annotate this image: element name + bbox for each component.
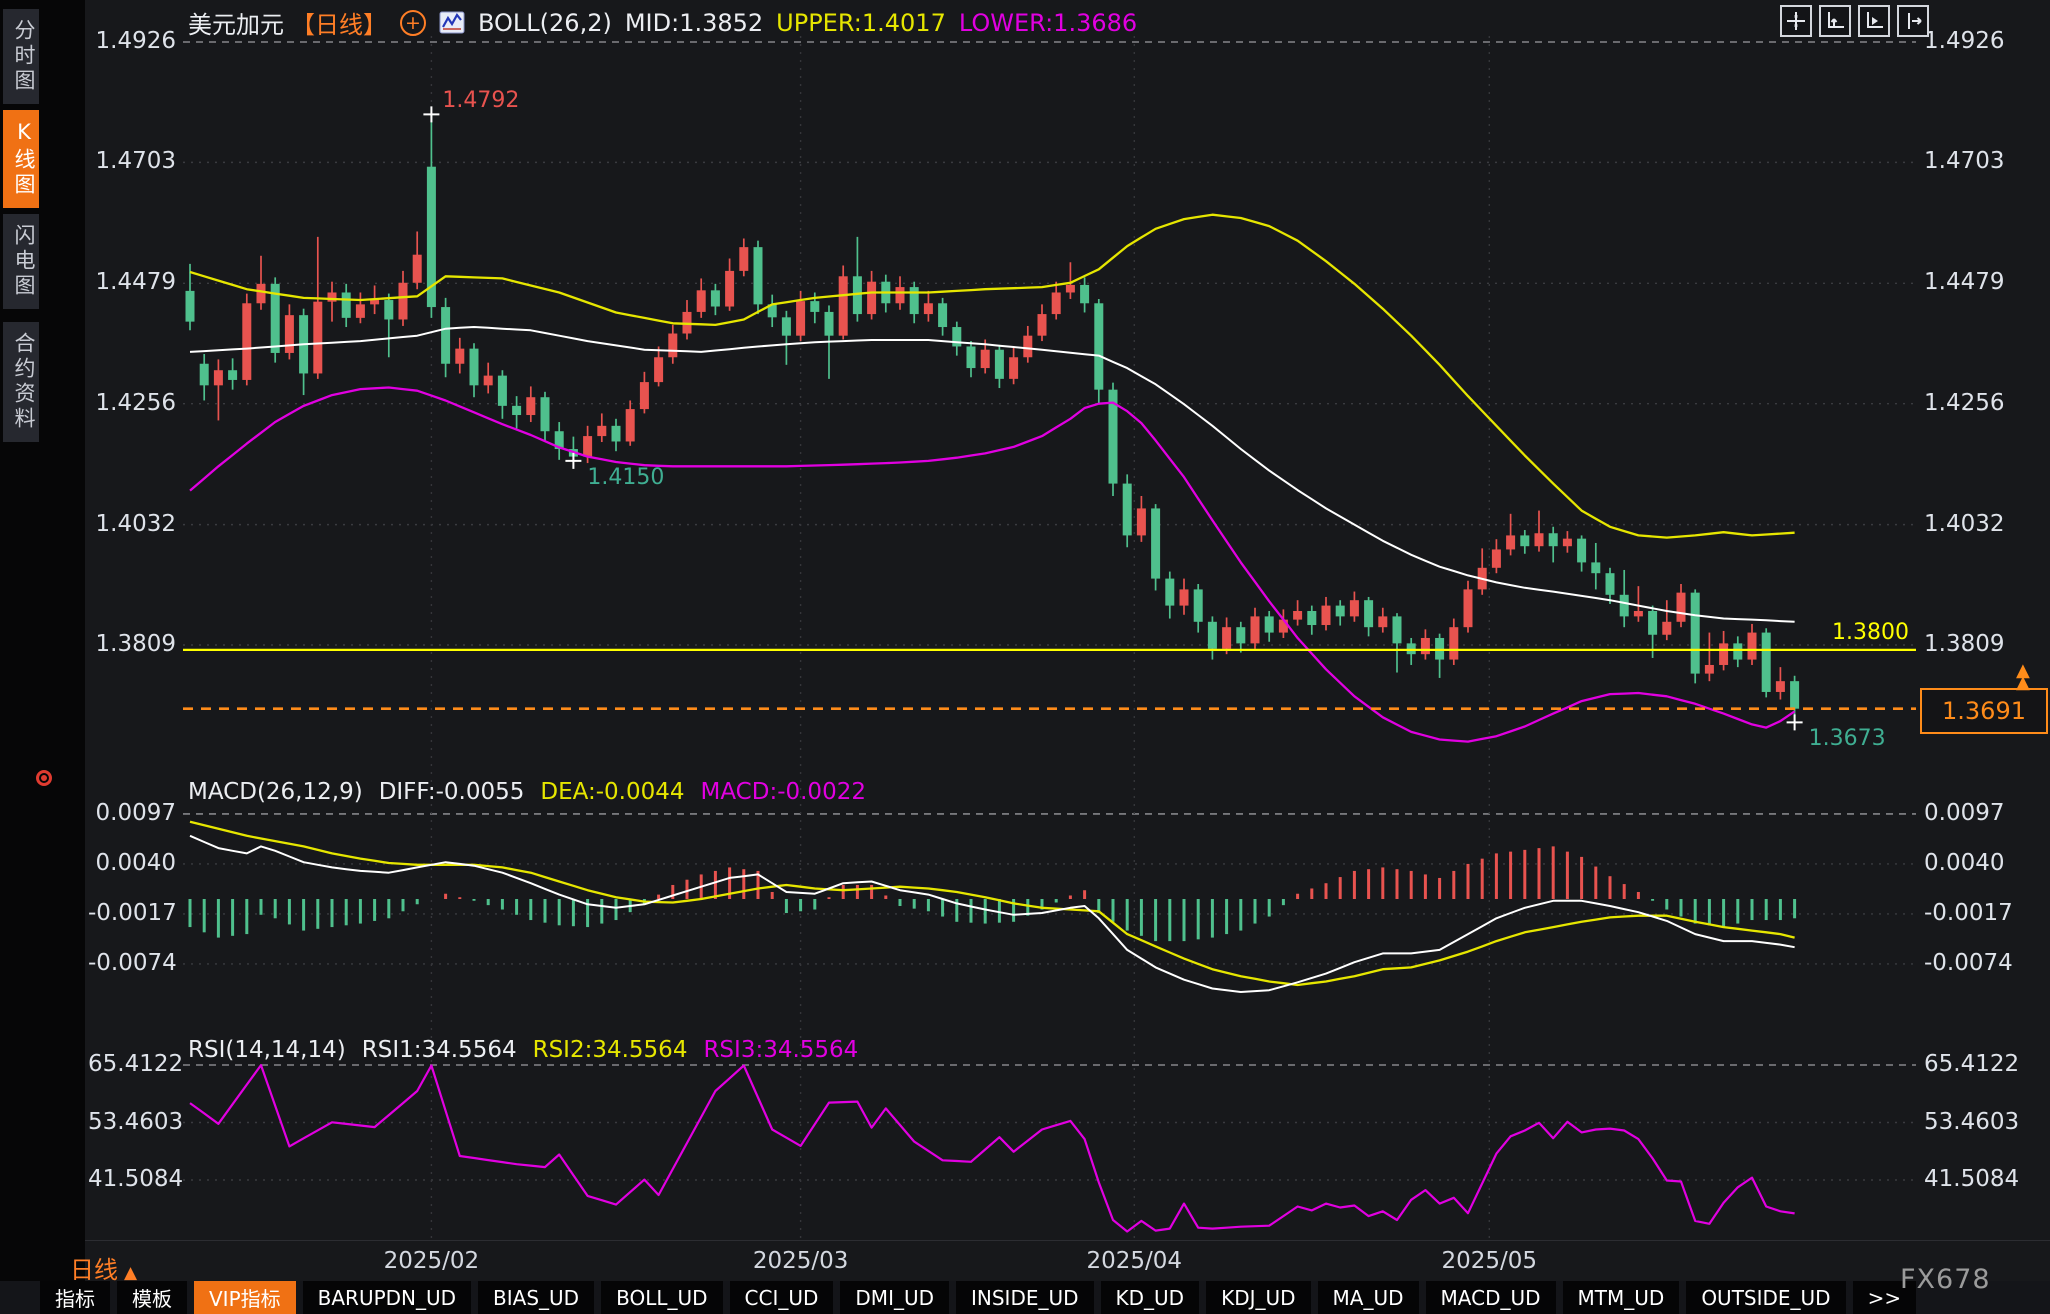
macd-layer xyxy=(190,822,1795,992)
chart-type-icon[interactable] xyxy=(439,11,465,34)
boll-lower-value: LOWER:1.3686 xyxy=(959,9,1137,37)
axis-tick-label: 1.4032 xyxy=(1924,511,2004,537)
boll-mid-value: MID:1.3852 xyxy=(625,9,763,37)
level-line-label: 1.3800 xyxy=(1832,620,1909,645)
record-indicator-icon[interactable] xyxy=(36,770,52,786)
current-price-tag: 1.3691 xyxy=(1920,688,2048,734)
axis-tick-label: 1.4256 xyxy=(88,390,176,416)
axis-tick-label: 1.4256 xyxy=(1924,390,2004,416)
axis-scale-button[interactable] xyxy=(1819,5,1851,37)
bottom-tab-dmi[interactable]: DMI_UD xyxy=(840,1281,949,1314)
axis-tick-label: 1.4479 xyxy=(1924,269,2004,295)
boll-upper-value: UPPER:1.4017 xyxy=(776,9,946,37)
sidebar: 分时图 K线图闪电图合约资料 xyxy=(0,0,85,1281)
axis-tick-label: 41.5084 xyxy=(1924,1166,2019,1192)
goto-latest-button[interactable] xyxy=(1897,5,1929,37)
bottom-tab-templates[interactable]: 模板 xyxy=(117,1281,187,1314)
date-label: 2025/03 xyxy=(731,1248,871,1274)
bottom-tab-barupdn[interactable]: BARUPDN_UD xyxy=(303,1281,471,1314)
rsi1-value: RSI1:34.5564 xyxy=(362,1037,517,1063)
bottom-tab-kdj[interactable]: KDJ_UD xyxy=(1206,1281,1310,1314)
chart-toolbar xyxy=(1780,5,1929,37)
date-label: 2025/05 xyxy=(1419,1248,1559,1274)
date-label: 2025/02 xyxy=(361,1248,501,1274)
bottom-tab-kd[interactable]: KD_UD xyxy=(1101,1281,1200,1314)
axis-tick-label: -0.0074 xyxy=(1924,950,2013,976)
bottom-tab-outside[interactable]: OUTSIDE_UD xyxy=(1686,1281,1845,1314)
bottom-tab-indicators[interactable]: 指标 xyxy=(40,1281,110,1314)
axis-tick-label: 41.5084 xyxy=(88,1166,176,1192)
axis-tick-label: -0.0074 xyxy=(88,950,176,976)
crosshair-tool-button[interactable] xyxy=(1780,5,1812,37)
period-selector[interactable]: 日线 ▲ xyxy=(70,1250,137,1285)
kline-app-window: 分时图 K线图闪电图合约资料 美元加元 【日线】 + BOLL(26,2) MID… xyxy=(0,0,2050,1314)
axis-tick-label: 65.4122 xyxy=(1924,1051,2019,1077)
boll-label: BOLL(26,2) xyxy=(478,9,612,37)
axis-tick-label: 1.4703 xyxy=(1924,148,2004,174)
sidebar-tab-time-chart[interactable]: 分时图 xyxy=(3,9,39,104)
axis-tick-label: -0.0017 xyxy=(1924,900,2013,926)
date-label: 2025/04 xyxy=(1064,1248,1204,1274)
axis-tick-label: 1.4479 xyxy=(88,269,176,295)
macd-diff-value: DIFF:-0.0055 xyxy=(379,779,525,805)
candles-layer xyxy=(186,114,1800,741)
bottom-tab-vip-indicators[interactable]: VIP指标 xyxy=(194,1281,296,1314)
last-low-annotation: 1.3673 xyxy=(1809,726,1886,751)
axis-tick-label: 65.4122 xyxy=(88,1051,176,1077)
rsi-title: RSI(14,14,14) xyxy=(188,1037,346,1063)
sidebar-tab-contract-info[interactable]: 合约资料 xyxy=(3,322,39,442)
high-price-annotation: 1.4792 xyxy=(442,88,519,113)
sidebar-tab-flash-chart[interactable]: 闪电图 xyxy=(3,214,39,309)
axis-tick-label: 53.4603 xyxy=(88,1109,176,1135)
axis-tick-label: 1.4032 xyxy=(88,511,176,537)
axis-play-button[interactable] xyxy=(1858,5,1890,37)
axis-tick-label: 1.4926 xyxy=(1924,28,2004,54)
price-up-arrow-icon: ▲▲ xyxy=(2016,665,2030,689)
axis-tick-label: 0.0040 xyxy=(88,850,176,876)
bottom-tab-boll[interactable]: BOLL_UD xyxy=(601,1281,722,1314)
axis-tick-label: 1.4926 xyxy=(88,28,176,54)
instrument-title: 美元加元 xyxy=(188,5,284,40)
axis-tick-label: 53.4603 xyxy=(1924,1109,2019,1135)
rsi-layer xyxy=(190,1065,1795,1231)
sidebar-tab-kline-chart[interactable]: K线图 xyxy=(3,110,39,208)
macd-title: MACD(26,12,9) xyxy=(188,779,363,805)
macd-panel-title: MACD(26,12,9) DIFF:-0.0055 DEA:-0.0044 M… xyxy=(188,779,866,805)
axis-tick-label: 0.0040 xyxy=(1924,850,2004,876)
indicator-tab-bar: 指标模板VIP指标BARUPDN_UDBIAS_UDBOLL_UDCCI_UDD… xyxy=(0,1281,2050,1314)
rsi2-value: RSI2:34.5564 xyxy=(533,1037,688,1063)
axis-tick-label: 0.0097 xyxy=(88,800,176,826)
bottom-tab-bias[interactable]: BIAS_UD xyxy=(478,1281,594,1314)
chart-canvas[interactable] xyxy=(0,0,2050,1314)
low-price-annotation: 1.4150 xyxy=(587,465,664,490)
watermark: FX678 xyxy=(1900,1264,1991,1295)
bottom-tab-inside[interactable]: INSIDE_UD xyxy=(956,1281,1094,1314)
bottom-tab-cci[interactable]: CCI_UD xyxy=(730,1281,834,1314)
axis-tick-label: 1.3809 xyxy=(88,631,176,657)
axis-tick-label: 1.4703 xyxy=(88,148,176,174)
axis-tick-label: -0.0017 xyxy=(88,900,176,926)
period-selector-label: 日线 xyxy=(70,1256,118,1284)
period-tag[interactable]: 【日线】 xyxy=(291,5,387,40)
indicator-settings-icon[interactable]: + xyxy=(400,10,426,36)
bottom-tab-macd[interactable]: MACD_UD xyxy=(1426,1281,1556,1314)
axis-tick-label: 0.0097 xyxy=(1924,800,2004,826)
chart-header: 美元加元 【日线】 + BOLL(26,2) MID:1.3852 UPPER:… xyxy=(188,5,1137,40)
bottom-tab-ma[interactable]: MA_UD xyxy=(1318,1281,1419,1314)
rsi-panel-title: RSI(14,14,14) RSI1:34.5564 RSI2:34.5564 … xyxy=(188,1037,858,1063)
macd-dea-value: DEA:-0.0044 xyxy=(540,779,684,805)
macd-macd-value: MACD:-0.0022 xyxy=(701,779,866,805)
markers-layer xyxy=(183,106,1916,730)
chevron-up-icon: ▲ xyxy=(124,1263,137,1283)
bottom-tab-mtm[interactable]: MTM_UD xyxy=(1563,1281,1680,1314)
rsi3-value: RSI3:34.5564 xyxy=(703,1037,858,1063)
axis-tick-label: 1.3809 xyxy=(1924,631,2004,657)
